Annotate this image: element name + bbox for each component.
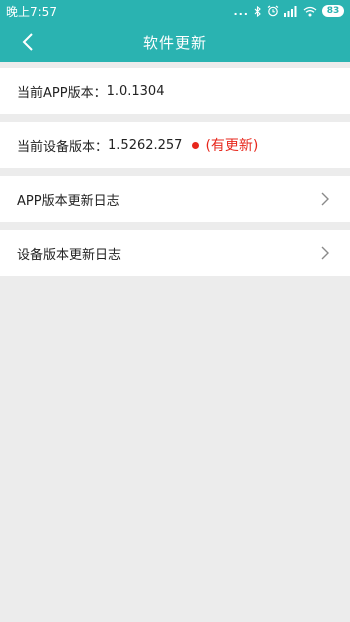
- back-button[interactable]: [14, 28, 42, 56]
- device-version-value: 1.5262.257: [108, 137, 183, 153]
- software-update-screen: 晚上7:57 ... 83 软件更新 当前APP版本： 1.0.1304 当前设…: [0, 0, 350, 622]
- update-dot-icon: [192, 141, 200, 149]
- app-version-label: 当前APP版本：: [17, 85, 107, 101]
- more-notifications-icon: ...: [233, 4, 249, 18]
- status-icons: ... 83: [233, 5, 344, 18]
- device-update-log-label: 设备版本更新日志: [17, 247, 122, 263]
- update-available-badge: (有更新): [205, 138, 259, 154]
- device-version-row[interactable]: 当前设备版本： 1.5262.257 (有更新): [0, 122, 350, 168]
- bluetooth-icon: [254, 5, 262, 17]
- page-title: 软件更新: [142, 33, 207, 52]
- app-update-log-label: APP版本更新日志: [17, 193, 120, 209]
- nav-bar: 软件更新: [0, 22, 350, 62]
- status-time: 晚上7:57: [6, 4, 57, 19]
- status-bar: 晚上7:57 ... 83: [0, 0, 350, 22]
- app-version-row: 当前APP版本： 1.0.1304: [0, 68, 350, 114]
- alarm-clock-icon: [267, 5, 279, 17]
- device-update-log-row[interactable]: 设备版本更新日志: [0, 230, 350, 276]
- app-update-log-row[interactable]: APP版本更新日志: [0, 176, 350, 222]
- cellular-signal-icon: [284, 5, 298, 17]
- chevron-right-icon: [321, 192, 329, 206]
- device-version-label: 当前设备版本：: [17, 139, 109, 155]
- battery-icon: 83: [322, 5, 344, 17]
- settings-list: 当前APP版本： 1.0.1304 当前设备版本： 1.5262.257 (有更…: [0, 62, 350, 276]
- app-version-value: 1.0.1304: [106, 83, 165, 99]
- app-header: 晚上7:57 ... 83 软件更新: [0, 0, 350, 62]
- wifi-icon: [303, 6, 317, 17]
- chevron-right-icon: [321, 246, 329, 260]
- chevron-left-icon: [22, 33, 33, 51]
